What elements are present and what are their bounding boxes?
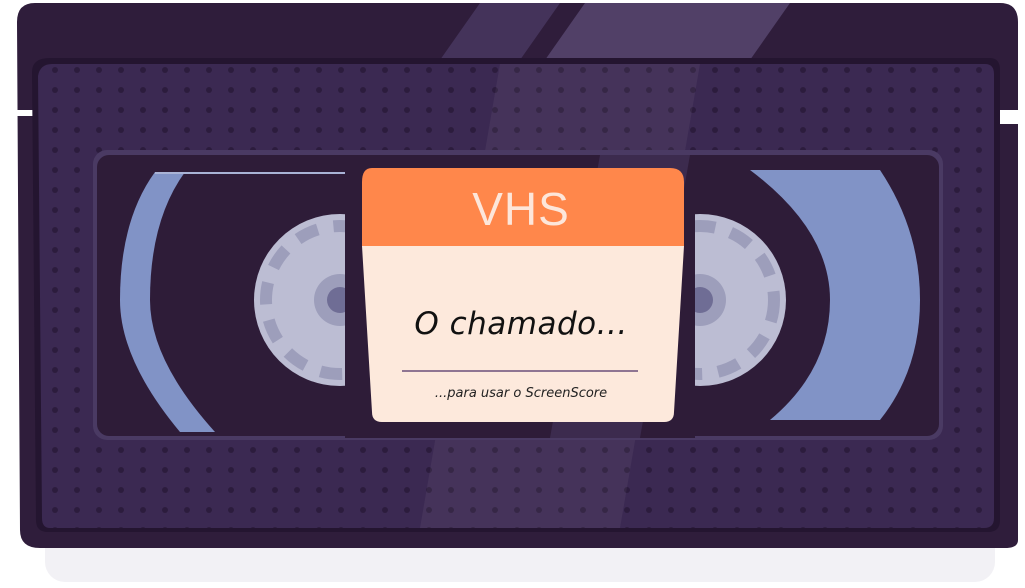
label-main-text: O chamado... <box>414 306 628 342</box>
label-title: VHS <box>472 183 570 235</box>
label-subtitle: ...para usar o ScreenScore <box>434 386 608 401</box>
vhs-cassette-illustration <box>17 3 1021 582</box>
